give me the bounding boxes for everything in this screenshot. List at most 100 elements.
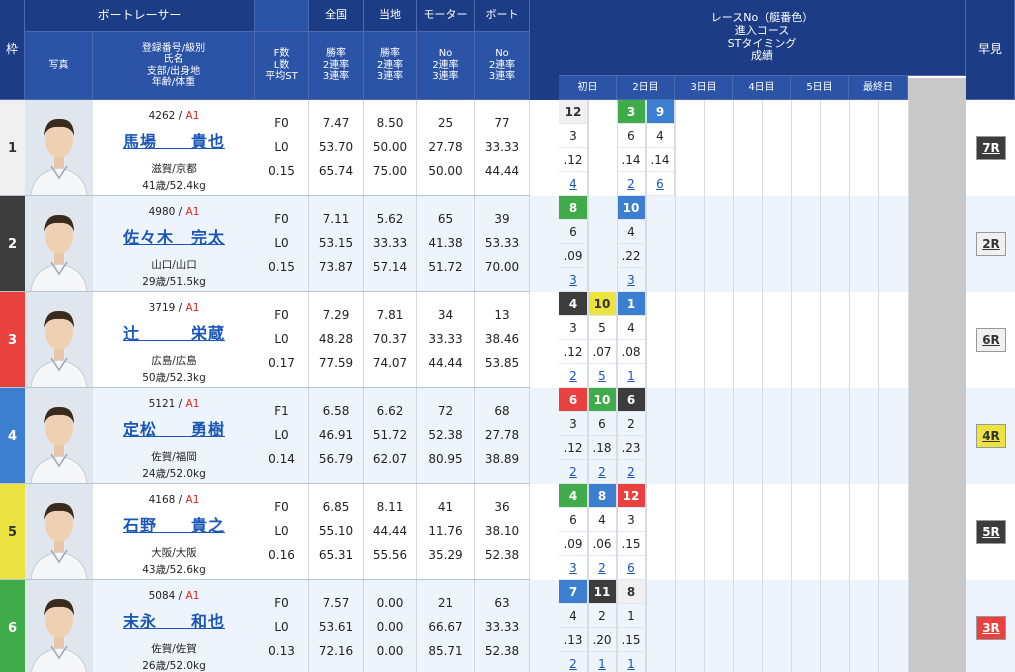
header-fl-line: L数	[273, 59, 290, 71]
fl-value: L0	[274, 332, 289, 346]
racer-name-link[interactable]: 定松 勇樹	[93, 416, 255, 440]
race-course: 3	[559, 124, 588, 148]
race-course: 2	[588, 604, 617, 628]
header-hayami: 早見	[966, 0, 1015, 100]
touchi-value: 51.72	[372, 428, 408, 442]
race-result-cell: 2	[588, 460, 617, 484]
hayami-race-link[interactable]: 4R	[976, 424, 1006, 448]
day-tab-2[interactable]: 2日目	[617, 76, 675, 100]
race-number-badge: 10	[617, 196, 646, 220]
race-grid-line	[617, 100, 618, 672]
race-course: 6	[617, 124, 646, 148]
race-result-link[interactable]: 3	[627, 273, 635, 287]
zenkoku-stats: 7.47 53.70 65.74	[309, 100, 364, 196]
boat-stats: 77 33.33 44.44	[475, 100, 530, 196]
fl-value: F1	[274, 404, 289, 418]
header-photo: 写真	[25, 32, 93, 100]
racer-info: 3719 / A1 辻 栄蔵 広島/広島 50歳/52.3kg	[93, 292, 255, 388]
day-tab-final[interactable]: 最終日	[849, 76, 908, 100]
racer-reg-slash: /	[175, 494, 186, 506]
zenkoku-value: 46.91	[318, 428, 354, 442]
fl-value: L0	[274, 236, 289, 250]
boat-stats: 13 38.46 53.85	[475, 292, 530, 388]
boat-value: 53.85	[484, 356, 520, 370]
racer-name-link[interactable]: 末永 和也	[93, 608, 255, 632]
header-waku: 枠	[0, 0, 25, 100]
race-result-link[interactable]: 5	[598, 369, 606, 383]
hayami-race-link[interactable]: 2R	[976, 232, 1006, 256]
race-result-link[interactable]: 6	[656, 177, 664, 191]
racer-photo-icon	[31, 598, 87, 672]
hayami-race-link[interactable]: 3R	[976, 616, 1006, 640]
header-racer-info-line: 氏名	[163, 54, 184, 65]
rate-label: 2連率	[322, 59, 350, 71]
race-result-link[interactable]: 2	[598, 465, 606, 479]
racer-class: A1	[185, 494, 200, 506]
race-grid-line	[791, 100, 792, 672]
boat-value: 38.46	[484, 332, 520, 346]
day-gray-column	[908, 196, 966, 292]
race-grid-line	[908, 100, 909, 672]
header-racer-info-line: 年齢/体重	[151, 77, 196, 88]
fl-value: 0.15	[268, 164, 295, 178]
race-result-cell: 3	[559, 556, 588, 580]
day-tab-5[interactable]: 5日目	[791, 76, 849, 100]
motor-value: 72	[437, 404, 454, 418]
hayami-race-link[interactable]: 6R	[976, 328, 1006, 352]
zenkoku-value: 72.16	[318, 644, 354, 658]
race-result-link[interactable]: 1	[627, 369, 635, 383]
rate-label: 3連率	[488, 71, 516, 83]
boat-value: 27.78	[484, 428, 520, 442]
header-motor-rates: No 2連率 3連率	[417, 32, 475, 100]
header-touchi: 当地	[364, 0, 417, 32]
hayami-race-link[interactable]: 5R	[976, 520, 1006, 544]
race-result-link[interactable]: 1	[627, 657, 635, 671]
zenkoku-value: 53.70	[318, 140, 354, 154]
race-result-link[interactable]: 3	[569, 273, 577, 287]
race-result-link[interactable]: 2	[598, 561, 606, 575]
touchi-value: 62.07	[372, 452, 408, 466]
day-tab-1[interactable]: 初日	[559, 76, 617, 100]
fl-value: 0.13	[268, 644, 295, 658]
race-result-link[interactable]: 4	[569, 177, 577, 191]
racer-photo-icon	[30, 502, 88, 580]
racer-class: A1	[185, 206, 200, 218]
day-tab-4[interactable]: 4日目	[733, 76, 791, 100]
racer-name-link[interactable]: 石野 貴之	[93, 512, 255, 536]
race-result-link[interactable]: 6	[627, 561, 635, 575]
fl-value: L0	[274, 140, 289, 154]
racer-name-link[interactable]: 辻 栄蔵	[93, 320, 255, 344]
racer-reg: 5084 / A1	[93, 590, 255, 602]
racer-name-link[interactable]: 馬場 貴也	[93, 128, 255, 152]
header-blank	[255, 0, 309, 32]
racer-name-link[interactable]: 佐々木 完太	[93, 224, 255, 248]
touchi-value: 6.62	[376, 404, 404, 418]
touchi-value: 5.62	[376, 212, 404, 226]
race-result-link[interactable]: 2	[569, 465, 577, 479]
boat-value: 70.00	[484, 260, 520, 274]
rate-label: 勝率	[380, 48, 400, 60]
waku-number: 5	[0, 484, 25, 580]
fl-stats: F0 L0 0.17	[255, 292, 309, 388]
race-grid-line	[646, 100, 647, 672]
header-motor: モーター	[417, 0, 475, 32]
race-result-link[interactable]: 2	[627, 177, 635, 191]
race-result-cell: 6	[646, 172, 675, 196]
race-result-link[interactable]: 3	[569, 561, 577, 575]
race-result-link[interactable]: 2	[627, 465, 635, 479]
motor-value: 41	[437, 500, 454, 514]
zenkoku-value: 77.59	[318, 356, 354, 370]
day-tab-3[interactable]: 3日目	[675, 76, 733, 100]
header-boat-rates: No 2連率 3連率	[475, 32, 530, 100]
motor-value: 85.71	[428, 644, 463, 658]
fl-value: 0.16	[268, 548, 295, 562]
race-course: 1	[617, 604, 646, 628]
hayami-race-link[interactable]: 7R	[976, 136, 1006, 160]
race-result-link[interactable]: 2	[569, 369, 577, 383]
racer-photo	[25, 196, 93, 292]
racer-branch: 大阪/大阪	[151, 547, 197, 559]
motor-value: 11.76	[428, 524, 463, 538]
zenkoku-value: 7.57	[322, 596, 350, 610]
race-result-link[interactable]: 2	[569, 657, 577, 671]
race-result-link[interactable]: 1	[598, 657, 606, 671]
